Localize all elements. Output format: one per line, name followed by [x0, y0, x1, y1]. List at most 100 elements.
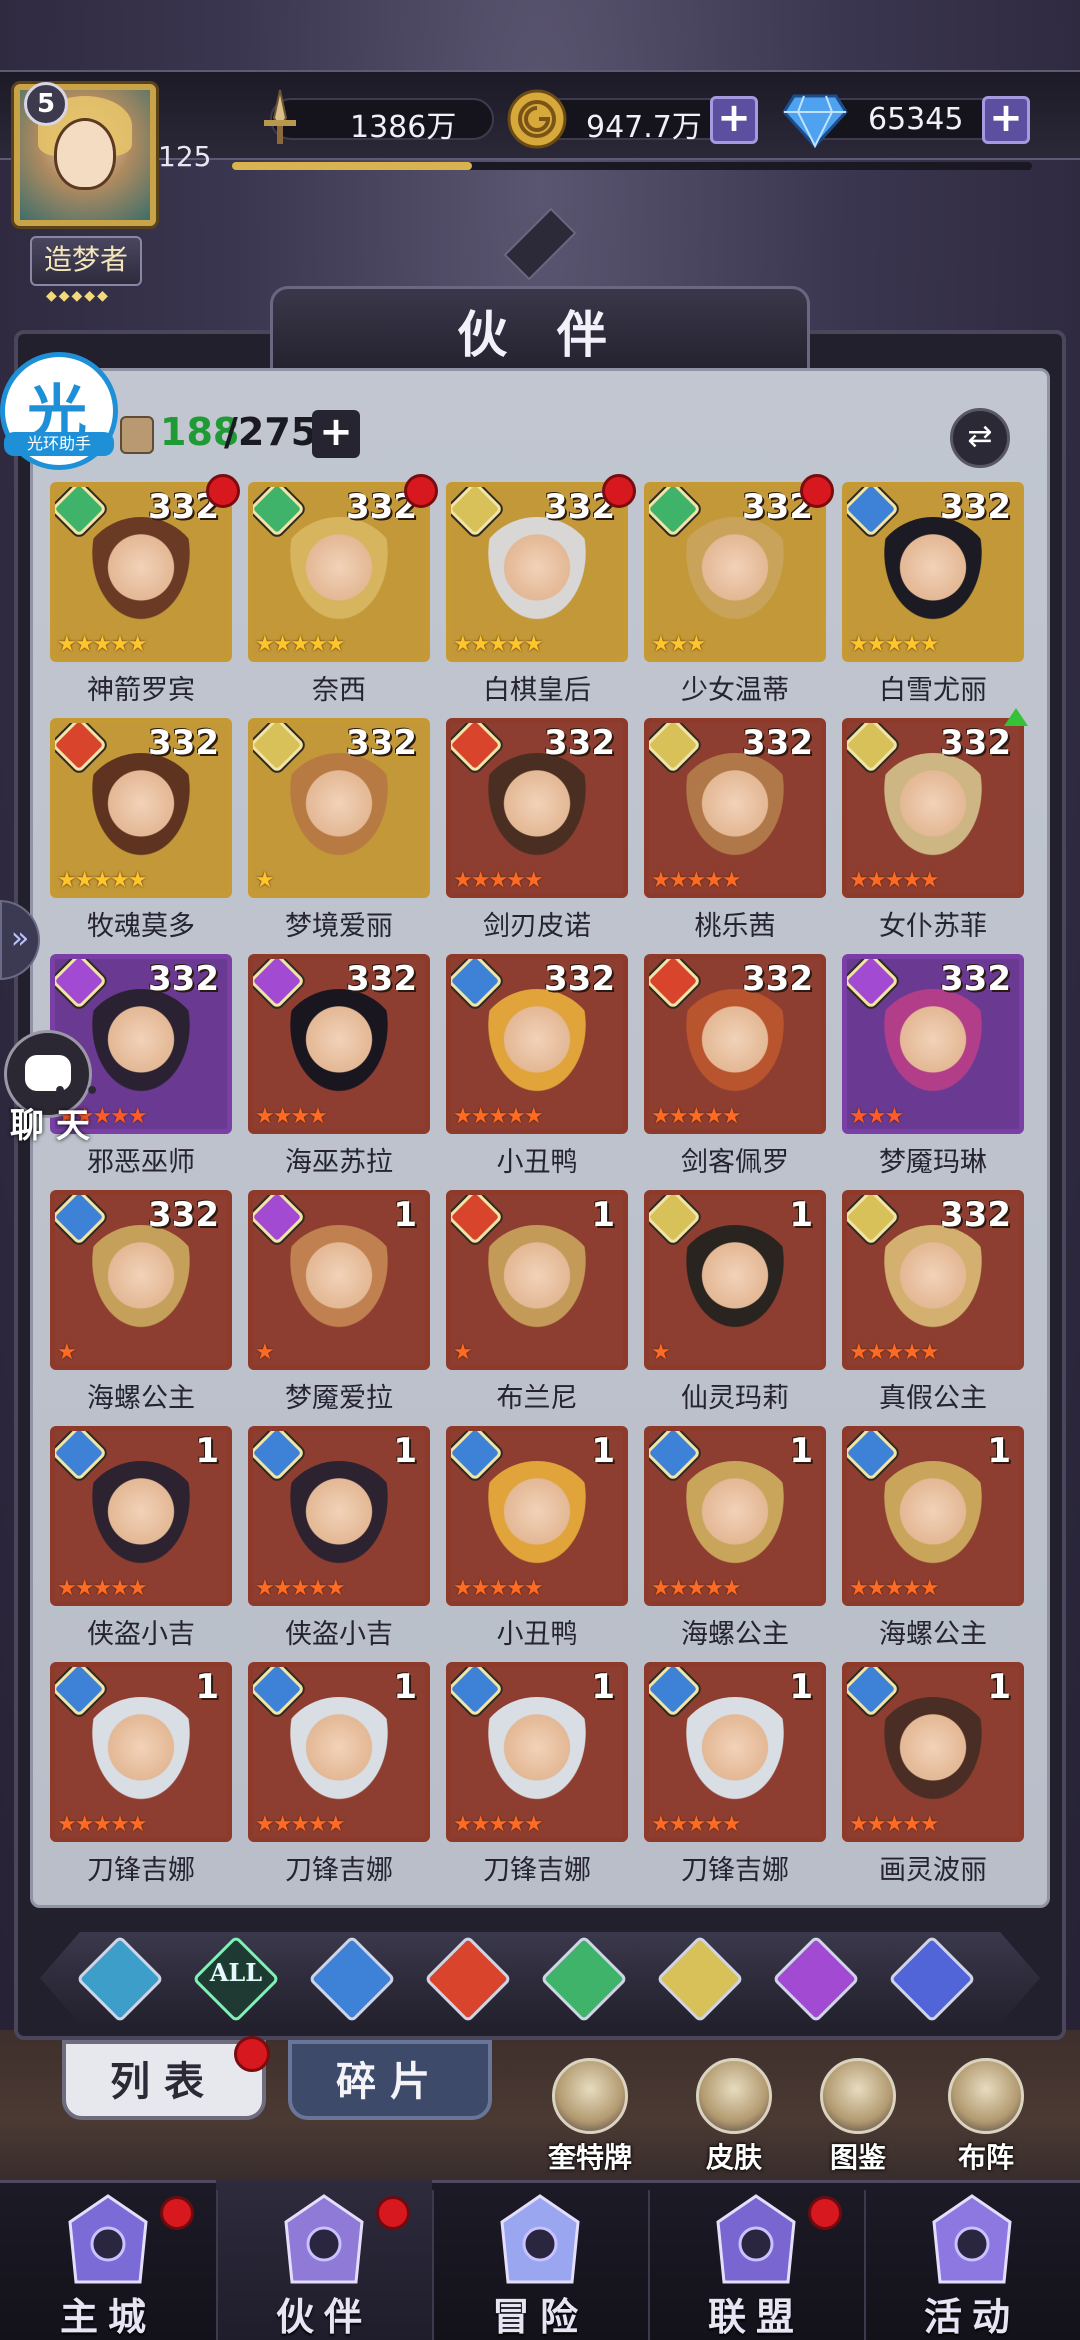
dark-element-icon: [847, 959, 900, 1010]
hero-card[interactable]: 1 ★ 仙灵玛莉: [644, 1190, 826, 1426]
nav-separator: [864, 2190, 866, 2340]
water-element-icon: [847, 1667, 900, 1718]
hero-card[interactable]: 332 ★★★★★ 白雪尤丽: [842, 482, 1024, 718]
diamond-value: 65345: [868, 102, 964, 137]
nav-events[interactable]: 活动: [864, 2180, 1080, 2340]
hero-card[interactable]: 332 ★ 海螺公主: [50, 1190, 232, 1426]
hero-name: 桃乐茜: [694, 911, 776, 942]
roster-max: /275: [224, 410, 318, 454]
water-element-icon: [451, 1431, 504, 1482]
tab-fragments[interactable]: 碎片: [288, 2040, 492, 2120]
hero-card[interactable]: 332 ★★★★★ 白棋皇后: [446, 474, 636, 718]
hero-art: [277, 989, 401, 1109]
hero-card[interactable]: 332 ★★★★★ 剑客佩罗: [644, 954, 826, 1190]
hero-name: 牧魂莫多: [87, 911, 195, 942]
hero-portrait: 1 ★★★★★: [842, 1662, 1024, 1842]
hero-card[interactable]: 332 ★★★★★ 剑刃皮诺: [446, 718, 628, 954]
hero-name: 白棋皇后: [483, 675, 591, 706]
hero-card[interactable]: 332 ★★★★★ 神箭罗宾: [50, 474, 240, 718]
hero-name: 侠盗小吉: [87, 1619, 195, 1650]
hero-red-dot: [206, 474, 240, 508]
hero-stars: ★: [255, 868, 275, 893]
events-icon: [914, 2192, 1030, 2288]
tarot-cards-button[interactable]: 奎特牌: [540, 2058, 640, 2178]
nav-main-city[interactable]: 主城: [0, 2180, 216, 2340]
hero-card[interactable]: 332 ★★★ 少女温蒂: [644, 474, 834, 718]
hero-card[interactable]: 1 ★ 布兰尼: [446, 1190, 628, 1426]
formation-button[interactable]: 布阵: [936, 2058, 1036, 2178]
hero-card[interactable]: 332 ★★★ 梦魇玛琳: [842, 954, 1024, 1190]
earth-element-icon: [55, 487, 108, 538]
hero-stars: ★★★★★: [651, 1104, 742, 1129]
hero-card[interactable]: 1 ★★★★★ 小丑鸭: [446, 1426, 628, 1662]
hero-stars: ★★★★★: [57, 632, 148, 657]
hero-card[interactable]: 1 ★★★★★ 刀锋吉娜: [50, 1662, 232, 1898]
hero-level: 332: [148, 723, 219, 763]
codex-button[interactable]: 图鉴: [808, 2058, 908, 2178]
exp-progress-bar: [232, 162, 1032, 170]
hero-art: [277, 1697, 401, 1817]
add-gold-button[interactable]: +: [710, 96, 758, 144]
hero-card[interactable]: 332 ★★★★★ 桃乐茜: [644, 718, 826, 954]
skins-button[interactable]: 皮肤: [684, 2058, 784, 2178]
skins-label: 皮肤: [705, 2141, 762, 2174]
hero-level: 332: [148, 959, 219, 999]
hero-card[interactable]: 332 ★★★★★ 牧魂莫多: [50, 718, 232, 954]
hero-portrait: 1 ★★★★★: [248, 1662, 430, 1842]
dark-element-icon: [55, 959, 108, 1010]
hero-card[interactable]: 332 ★★★★★ 奈西: [248, 474, 438, 718]
hero-card[interactable]: 332 ★ 梦境爱丽: [248, 718, 430, 954]
hero-card[interactable]: 1 ★★★★★ 侠盗小吉: [50, 1426, 232, 1662]
hero-card[interactable]: 1 ★★★★★ 画灵波丽: [842, 1662, 1024, 1898]
hero-card[interactable]: 1 ★★★★★ 侠盗小吉: [248, 1426, 430, 1662]
hero-art: [277, 1461, 401, 1581]
nav-partners[interactable]: 伙伴: [216, 2180, 432, 2340]
player-exp-value: 125: [158, 140, 212, 173]
power-resource: 1386万: [250, 88, 500, 150]
hero-art: [673, 1697, 797, 1817]
hero-art: [673, 517, 797, 637]
earth-element-icon: [253, 487, 306, 538]
hero-name: 刀锋吉娜: [681, 1855, 789, 1886]
hero-level: 1: [591, 1431, 615, 1471]
hero-stars: ★★★★★: [849, 1812, 940, 1837]
hero-portrait: 1 ★★★★★: [842, 1426, 1024, 1606]
hero-card[interactable]: 332 ★★★★★ 女仆苏菲: [842, 708, 1028, 954]
hero-card[interactable]: 1 ★★★★★ 刀锋吉娜: [644, 1662, 826, 1898]
codex-label: 图鉴: [829, 2141, 886, 2174]
nav-adventure[interactable]: 冒险: [432, 2180, 648, 2340]
hero-card[interactable]: 332 ★★★★ 海巫苏拉: [248, 954, 430, 1190]
main-city-icon: [50, 2192, 166, 2288]
hero-card[interactable]: 1 ★ 梦魇爱拉: [248, 1190, 430, 1426]
water-element-icon: [847, 487, 900, 538]
tab-list-red-dot: [234, 2036, 270, 2072]
gold-coin-icon: [507, 89, 567, 149]
hero-name: 刀锋吉娜: [483, 1855, 591, 1886]
hero-card[interactable]: 1 ★★★★★ 刀锋吉娜: [446, 1662, 628, 1898]
hero-card[interactable]: 1 ★★★★★ 刀锋吉娜: [248, 1662, 430, 1898]
light-element-icon: [451, 487, 504, 538]
add-diamond-button[interactable]: +: [982, 96, 1030, 144]
hero-card[interactable]: 1 ★★★★★ 海螺公主: [842, 1426, 1024, 1662]
player-title-badge[interactable]: 造梦者: [30, 236, 142, 286]
sort-toggle-button[interactable]: ⇄: [950, 408, 1010, 468]
hero-portrait: 332 ★★★★★: [644, 954, 826, 1134]
expand-roster-button[interactable]: +: [312, 410, 360, 458]
upgrade-arrow-icon: [1004, 708, 1028, 726]
hero-art: [475, 1225, 599, 1345]
hero-card[interactable]: 1 ★★★★★ 海螺公主: [644, 1426, 826, 1662]
hero-level: 332: [940, 1195, 1011, 1235]
nav-alliance-red-dot: [808, 2196, 842, 2230]
hero-art: [79, 1461, 203, 1581]
earth-element-icon: [649, 487, 702, 538]
hero-level: 332: [940, 723, 1011, 763]
light-element-icon: [649, 723, 702, 774]
hero-card[interactable]: 332 ★★★★★ 小丑鸭: [446, 954, 628, 1190]
hero-red-dot: [602, 474, 636, 508]
nav-alliance[interactable]: 联盟: [648, 2180, 864, 2340]
hero-card[interactable]: 332 ★★★★★ 真假公主: [842, 1190, 1024, 1426]
fire-element-icon: [649, 959, 702, 1010]
hero-level: 332: [940, 959, 1011, 999]
fire-element-icon: [55, 723, 108, 774]
nav-separator: [648, 2190, 650, 2340]
